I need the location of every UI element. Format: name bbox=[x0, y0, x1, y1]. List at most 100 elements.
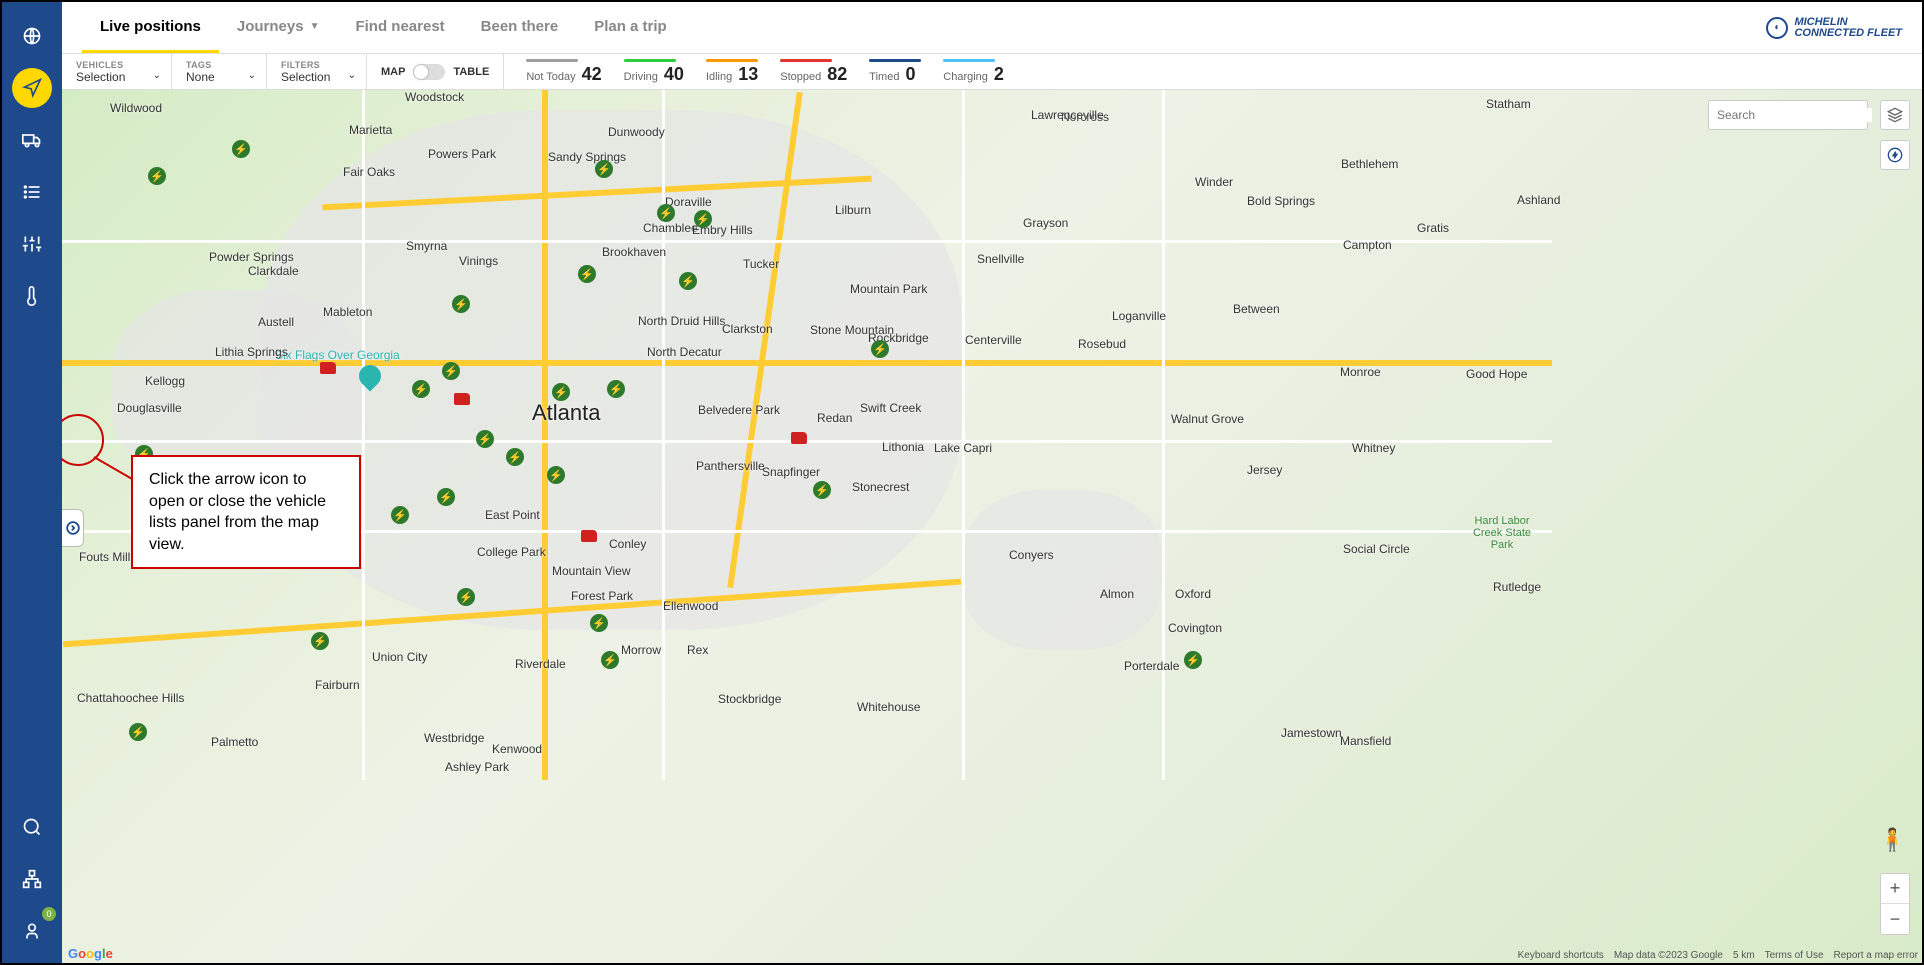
vehicle-marker-charging[interactable] bbox=[148, 167, 166, 185]
vehicle-marker-stopped[interactable] bbox=[454, 393, 470, 405]
sidebar-list[interactable] bbox=[12, 172, 52, 212]
zoom-in-button[interactable]: + bbox=[1881, 874, 1909, 904]
tab-plan-trip[interactable]: Plan a trip bbox=[576, 2, 685, 53]
map-table-toggle[interactable] bbox=[413, 64, 445, 80]
view-toggle: MAP TABLE bbox=[367, 54, 504, 89]
status-count: 40 bbox=[664, 64, 684, 85]
google-logo: Google bbox=[68, 946, 113, 961]
status-stopped[interactable]: Stopped 82 bbox=[780, 59, 847, 85]
sidebar-settings[interactable] bbox=[12, 224, 52, 264]
vehicle-marker-charging[interactable] bbox=[412, 380, 430, 398]
status-driving[interactable]: Driving 40 bbox=[624, 59, 684, 85]
status-timed[interactable]: Timed 0 bbox=[869, 59, 921, 85]
city-label: Stockbridge bbox=[718, 692, 781, 706]
streetview-pegman[interactable]: 🧍 bbox=[1879, 827, 1906, 853]
status-label: Timed bbox=[869, 71, 899, 83]
sidebar: 0 bbox=[2, 2, 62, 963]
status-not-today[interactable]: Not Today 42 bbox=[526, 59, 601, 85]
vehicle-marker-charging[interactable] bbox=[232, 140, 250, 158]
filter-bar: VEHICLES Selection ⌄ TAGS None ⌄ FILTERS… bbox=[62, 54, 1922, 90]
city-label: College Park bbox=[477, 545, 546, 559]
vehicle-marker-charging[interactable] bbox=[506, 448, 524, 466]
bolt-circle-icon bbox=[1887, 147, 1903, 163]
city-label: Fouts Mill bbox=[79, 550, 130, 564]
tab-find-nearest[interactable]: Find nearest bbox=[337, 2, 462, 53]
city-label: Grayson bbox=[1023, 216, 1068, 230]
vehicle-marker-charging[interactable] bbox=[595, 160, 613, 178]
status-count: 2 bbox=[994, 64, 1004, 85]
filter-vehicles[interactable]: VEHICLES Selection ⌄ bbox=[62, 54, 172, 89]
status-label: Charging bbox=[943, 71, 988, 83]
vehicle-marker-charging[interactable] bbox=[694, 210, 712, 228]
filter-label: FILTERS bbox=[281, 60, 352, 70]
city-label: Covington bbox=[1168, 621, 1222, 635]
status-idling[interactable]: Idling 13 bbox=[706, 59, 758, 85]
vehicle-marker-charging[interactable] bbox=[442, 362, 460, 380]
city-label: Marietta bbox=[349, 123, 392, 137]
footer-terms[interactable]: Terms of Use bbox=[1765, 950, 1824, 961]
map-layers-button[interactable] bbox=[1880, 100, 1910, 130]
vehicle-marker-charging[interactable] bbox=[601, 651, 619, 669]
filter-filters[interactable]: FILTERS Selection ⌄ bbox=[267, 54, 367, 89]
map-charging-button[interactable] bbox=[1880, 140, 1910, 170]
city-label: Porterdale bbox=[1124, 659, 1179, 673]
vehicle-marker-charging[interactable] bbox=[311, 632, 329, 650]
vehicle-marker-stopped[interactable] bbox=[320, 362, 336, 374]
vehicle-marker-charging[interactable] bbox=[476, 430, 494, 448]
vehicle-marker-charging[interactable] bbox=[679, 272, 697, 290]
navigation-icon bbox=[22, 78, 42, 98]
vehicle-panel-toggle[interactable] bbox=[62, 509, 84, 547]
vehicle-marker-stopped[interactable] bbox=[791, 432, 807, 444]
city-label: Almon bbox=[1100, 587, 1134, 601]
zoom-out-button[interactable]: − bbox=[1881, 904, 1909, 934]
sidebar-live-positions[interactable] bbox=[12, 68, 52, 108]
city-label: Lawrenceville bbox=[1031, 108, 1104, 122]
tab-live-positions[interactable]: Live positions bbox=[82, 2, 219, 53]
tab-been-there[interactable]: Been there bbox=[463, 2, 577, 53]
vehicle-marker-charging[interactable] bbox=[578, 265, 596, 283]
status-count: 42 bbox=[582, 64, 602, 85]
city-label: Campton bbox=[1343, 238, 1392, 252]
map-footer: Keyboard shortcuts Map data ©2023 Google… bbox=[1518, 950, 1918, 961]
vehicle-marker-charging[interactable] bbox=[129, 723, 147, 741]
city-label: Oxford bbox=[1175, 587, 1211, 601]
city-label: Ashland bbox=[1517, 193, 1560, 207]
vehicle-marker-charging[interactable] bbox=[871, 340, 889, 358]
sliders-icon bbox=[22, 234, 42, 254]
chevron-down-icon: ⌄ bbox=[348, 70, 356, 81]
sidebar-search[interactable] bbox=[12, 807, 52, 847]
vehicle-marker-charging[interactable] bbox=[607, 380, 625, 398]
city-label: Bethlehem bbox=[1341, 157, 1398, 171]
sidebar-temperature[interactable] bbox=[12, 276, 52, 316]
status-count: 0 bbox=[905, 64, 915, 85]
footer-report[interactable]: Report a map error bbox=[1834, 950, 1918, 961]
vehicle-marker-charging[interactable] bbox=[813, 481, 831, 499]
vehicle-marker-stopped[interactable] bbox=[581, 530, 597, 542]
city-label: Belvedere Park bbox=[698, 403, 780, 417]
map-search-input[interactable] bbox=[1717, 108, 1872, 122]
vehicle-marker-charging[interactable] bbox=[590, 614, 608, 632]
vehicle-marker-charging[interactable] bbox=[452, 295, 470, 313]
road bbox=[62, 440, 1552, 443]
city-label: Chamblee bbox=[643, 221, 698, 235]
vehicle-marker-charging[interactable] bbox=[1184, 651, 1202, 669]
sidebar-hierarchy[interactable] bbox=[12, 859, 52, 899]
city-label: Centerville bbox=[965, 333, 1022, 347]
map-container[interactable]: Atlanta Six Flags Over Georgia Hard Labo… bbox=[62, 90, 1922, 963]
footer-shortcuts[interactable]: Keyboard shortcuts bbox=[1518, 950, 1604, 961]
sidebar-globe[interactable] bbox=[12, 16, 52, 56]
vehicle-marker-charging[interactable] bbox=[552, 383, 570, 401]
tab-journeys[interactable]: Journeys▼ bbox=[219, 2, 338, 53]
status-charging[interactable]: Charging 2 bbox=[943, 59, 1004, 85]
filter-tags[interactable]: TAGS None ⌄ bbox=[172, 54, 267, 89]
vehicle-marker-charging[interactable] bbox=[391, 506, 409, 524]
vehicle-marker-charging[interactable] bbox=[457, 588, 475, 606]
truck-icon bbox=[22, 130, 42, 150]
vehicle-marker-charging[interactable] bbox=[547, 466, 565, 484]
sidebar-user[interactable]: 0 bbox=[12, 911, 52, 951]
vehicle-marker-charging[interactable] bbox=[657, 204, 675, 222]
vehicle-marker-charging[interactable] bbox=[437, 488, 455, 506]
city-label: Stonecrest bbox=[852, 480, 909, 494]
sidebar-vehicles[interactable] bbox=[12, 120, 52, 160]
city-label: Jersey bbox=[1247, 463, 1282, 477]
